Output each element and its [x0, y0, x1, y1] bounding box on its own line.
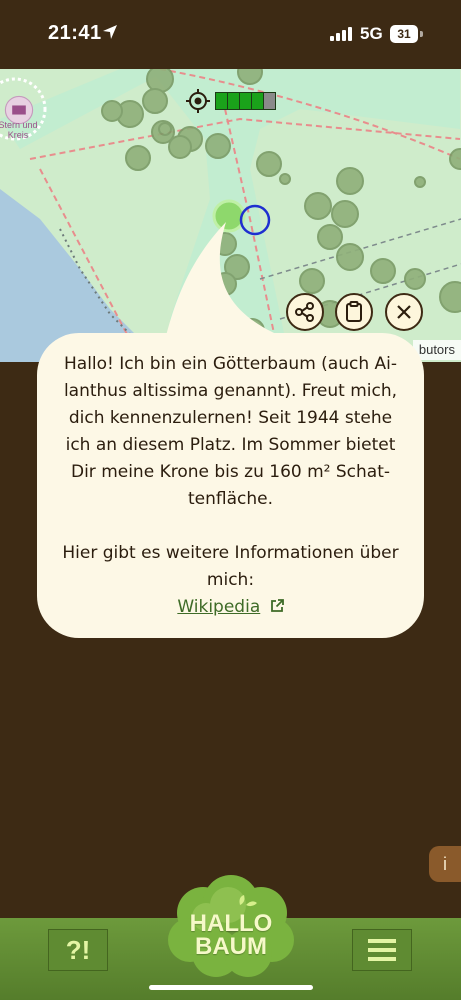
menu-button[interactable] — [352, 929, 412, 971]
gps-segment — [240, 93, 252, 109]
bubble-text-line: tenfläche. — [187, 489, 273, 509]
bubble-text-line: ich an diesem Platz. Im Sommer bietet — [65, 435, 396, 455]
gps-segment — [264, 93, 275, 109]
status-bar: 21:41 5G 31 — [0, 0, 461, 69]
gps-segment — [252, 93, 264, 109]
status-time: 21:41 — [48, 22, 102, 44]
logo-text[interactable]: HALLO BAUM — [168, 912, 294, 959]
zone-label: Stern und Kreis — [0, 120, 38, 140]
location-arrow-icon — [103, 25, 117, 39]
external-link-icon — [270, 599, 284, 612]
gps-segment — [216, 93, 228, 109]
clipboard-icon — [346, 301, 362, 322]
wikipedia-link-row[interactable]: Wikipedia — [53, 594, 408, 621]
network-label: 5G — [360, 24, 383, 43]
battery-icon: 31 — [390, 25, 418, 43]
gps-segment — [228, 93, 240, 109]
signal-icon — [330, 27, 352, 41]
info-text-line: mich: — [206, 570, 255, 590]
share-button[interactable] — [286, 293, 324, 331]
help-button[interactable]: ?! — [48, 929, 108, 971]
bubble-text-line: dich kennenzulernen! Seit 1944 stehe — [68, 408, 393, 428]
gps-accuracy-bar — [215, 92, 276, 110]
bubble-text-line: lanthus altissima genannt). Freut mich, — [63, 381, 398, 401]
battery-tip — [420, 31, 423, 37]
close-button[interactable] — [385, 293, 423, 331]
tree-info-bubble: Hallo! Ich bin ein Götterbaum (auch Ai- … — [37, 333, 424, 638]
close-icon — [397, 305, 411, 319]
info-text-line: Hier gibt es weitere Informationen über — [62, 543, 399, 563]
crosshair-icon[interactable] — [186, 89, 210, 113]
share-icon — [295, 302, 314, 322]
wikipedia-link[interactable]: Wikipedia — [177, 597, 260, 617]
home-indicator[interactable] — [149, 985, 313, 990]
copy-button[interactable] — [335, 293, 373, 331]
bubble-text-line: Hallo! Ich bin ein Götterbaum (auch Ai- — [64, 354, 397, 374]
bubble-text-line: Dir meine Krone bis zu 160 m² Schat- — [70, 462, 391, 482]
info-tab-button[interactable]: i — [429, 846, 461, 882]
menu-icon — [368, 939, 396, 961]
